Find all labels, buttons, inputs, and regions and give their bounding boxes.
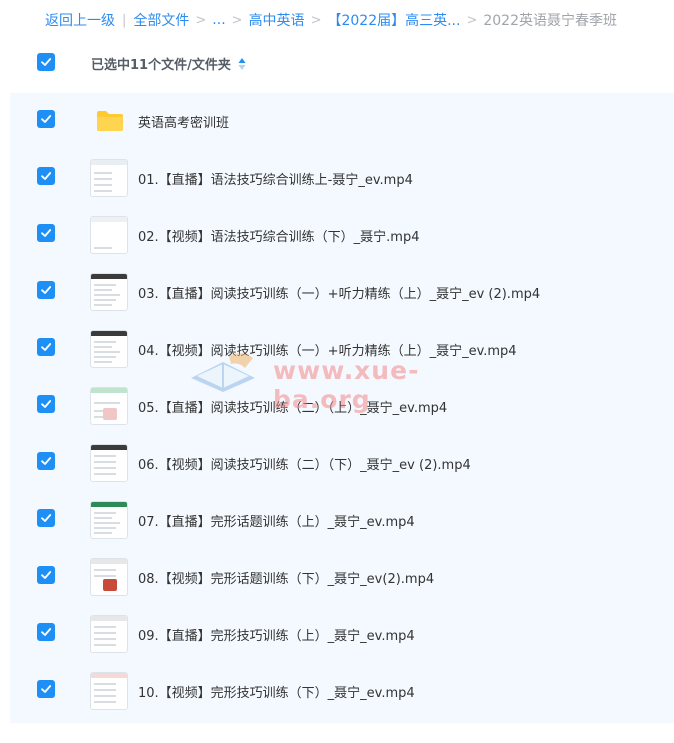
file-name[interactable]: 02.【视频】语法技巧综合训练（下）_聂宁.mp4 [138, 226, 420, 245]
video-thumbnail [90, 672, 128, 710]
check-icon [41, 571, 52, 579]
breadcrumb: 返回上一级 | 全部文件 > ... > 高中英语 > 【2022届】高三英..… [0, 0, 674, 40]
list-header: 已选中11个文件/文件夹 [0, 44, 674, 84]
row-checkbox[interactable] [37, 566, 55, 584]
video-thumbnail [90, 558, 128, 596]
check-icon [41, 229, 52, 237]
check-icon [41, 286, 52, 294]
row-checkbox[interactable] [37, 623, 55, 641]
file-name[interactable]: 03.【直播】阅读技巧训练（一）+听力精练（上）_聂宁_ev (2).mp4 [138, 283, 540, 302]
check-icon [41, 628, 52, 636]
row-checkbox[interactable] [37, 110, 55, 128]
row-checkbox[interactable] [37, 680, 55, 698]
check-icon [41, 514, 52, 522]
breadcrumb-divider: | [122, 12, 127, 28]
video-thumbnail [90, 273, 128, 311]
row-checkbox[interactable] [37, 509, 55, 527]
row-checkbox[interactable] [37, 338, 55, 356]
check-icon [41, 58, 52, 66]
file-name[interactable]: 04.【视频】阅读技巧训练（一）+听力精练（上）_聂宁_ev.mp4 [138, 340, 517, 359]
file-name[interactable]: 09.【直播】完形技巧训练（上）_聂宁_ev.mp4 [138, 625, 415, 644]
breadcrumb-ellipsis[interactable]: ... [212, 12, 225, 28]
video-thumbnail [90, 330, 128, 368]
file-row[interactable]: 05.【直播】阅读技巧训练（二）（上）_聂宁_ev.mp4 [10, 378, 674, 435]
breadcrumb-current: 2022英语聂宁春季班 [483, 13, 617, 29]
selection-count-text: 已选中11个文件/文件夹 [91, 58, 231, 73]
file-name[interactable]: 05.【直播】阅读技巧训练（二）（上）_聂宁_ev.mp4 [138, 397, 447, 416]
chevron-right-icon: > [310, 12, 322, 28]
file-name[interactable]: 10.【视频】完形技巧训练（下）_聂宁_ev.mp4 [138, 682, 415, 701]
row-checkbox[interactable] [37, 452, 55, 470]
file-row[interactable]: 09.【直播】完形技巧训练（上）_聂宁_ev.mp4 [10, 606, 674, 663]
breadcrumb-high-school-english[interactable]: 高中英语 [249, 10, 305, 30]
video-thumbnail [90, 615, 128, 653]
select-all-checkbox[interactable] [37, 53, 55, 71]
check-icon [41, 172, 52, 180]
file-row[interactable]: 01.【直播】语法技巧综合训练上-聂宁_ev.mp4 [10, 150, 674, 207]
check-icon [41, 457, 52, 465]
video-thumbnail [90, 387, 128, 425]
file-name[interactable]: 07.【直播】完形话题训练（上）_聂宁_ev.mp4 [138, 511, 415, 530]
file-name[interactable]: 英语高考密训班 [138, 112, 229, 131]
chevron-right-icon: > [231, 12, 243, 28]
file-list: 英语高考密训班 01.【直播】语法技巧综合训练上-聂宁_ev.mp4 02.【视频】… [10, 93, 674, 723]
sort-icon[interactable] [238, 57, 246, 71]
file-name[interactable]: 08.【视频】完形话题训练（下）_聂宁_ev(2).mp4 [138, 568, 434, 587]
file-row[interactable]: 06.【视频】阅读技巧训练（二）（下）_聂宁_ev (2).mp4 [10, 435, 674, 492]
check-icon [41, 343, 52, 351]
breadcrumb-grade-folder[interactable]: 【2022届】高三英... [327, 10, 460, 30]
row-checkbox[interactable] [37, 167, 55, 185]
video-thumbnail [90, 216, 128, 254]
file-name[interactable]: 01.【直播】语法技巧综合训练上-聂宁_ev.mp4 [138, 169, 413, 188]
chevron-right-icon: > [466, 12, 478, 28]
video-thumbnail [90, 159, 128, 197]
check-icon [41, 685, 52, 693]
row-checkbox[interactable] [37, 281, 55, 299]
video-thumbnail [90, 501, 128, 539]
file-row[interactable]: 07.【直播】完形话题训练（上）_聂宁_ev.mp4 [10, 492, 674, 549]
file-row[interactable]: 03.【直播】阅读技巧训练（一）+听力精练（上）_聂宁_ev (2).mp4 [10, 264, 674, 321]
file-row[interactable]: 08.【视频】完形话题训练（下）_聂宁_ev(2).mp4 [10, 549, 674, 606]
breadcrumb-all-files[interactable]: 全部文件 [133, 10, 189, 30]
folder-row[interactable]: 英语高考密训班 [10, 93, 674, 150]
video-thumbnail [90, 444, 128, 482]
file-row[interactable]: 02.【视频】语法技巧综合训练（下）_聂宁.mp4 [10, 207, 674, 264]
check-icon [41, 400, 52, 408]
back-link[interactable]: 返回上一级 [45, 10, 115, 30]
folder-icon [97, 111, 123, 131]
file-name[interactable]: 06.【视频】阅读技巧训练（二）（下）_聂宁_ev (2).mp4 [138, 454, 471, 473]
file-row[interactable]: 10.【视频】完形技巧训练（下）_聂宁_ev.mp4 [10, 663, 674, 720]
check-icon [41, 115, 52, 123]
chevron-right-icon: > [195, 12, 207, 28]
file-row[interactable]: 04.【视频】阅读技巧训练（一）+听力精练（上）_聂宁_ev.mp4 [10, 321, 674, 378]
selection-count-label: 已选中11个文件/文件夹 [91, 54, 246, 73]
row-checkbox[interactable] [37, 224, 55, 242]
row-checkbox[interactable] [37, 395, 55, 413]
